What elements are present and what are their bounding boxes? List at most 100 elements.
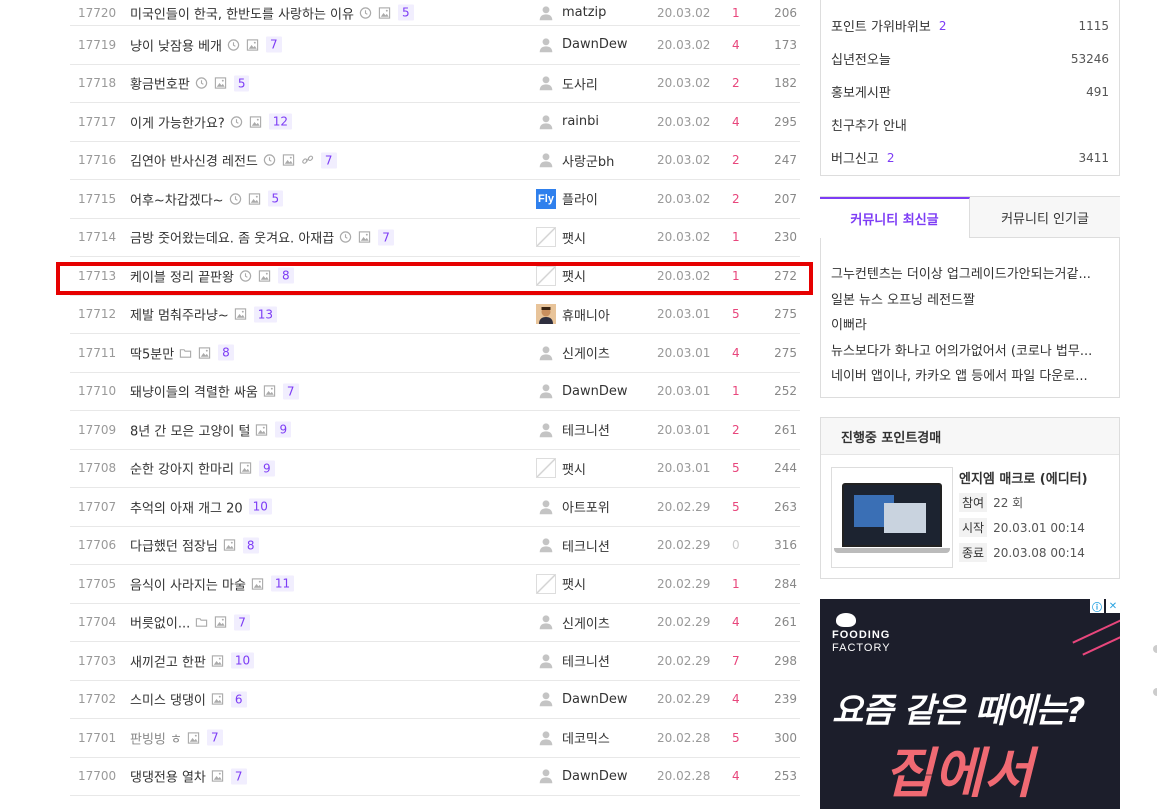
post-title-text[interactable]: 김연아 반사신경 레전드 [130, 151, 258, 170]
post-title[interactable]: 순한 강아지 한마리 9 [130, 459, 275, 478]
sidebar-menu-item[interactable]: 버그신고 2 3411 [831, 141, 1109, 174]
table-row[interactable]: 17702 스미스 댕댕이 6 DawnDew 20.02.29 4 239 [70, 681, 800, 719]
post-title-text[interactable]: 새끼걷고 한판 [130, 651, 206, 670]
author-name[interactable]: DawnDew [562, 37, 628, 52]
close-icon[interactable]: ✕ [1106, 599, 1120, 613]
post-title[interactable]: 금방 줏어왔는데요. 좀 웃겨요. 아재끕 7 [130, 228, 394, 247]
author[interactable]: matzip [536, 2, 606, 23]
author[interactable]: 아트포위 [536, 496, 610, 517]
sidebar-menu-item[interactable]: 포인트 가위바위보 2 1115 [831, 9, 1109, 42]
post-title[interactable]: 판빙빙 ㅎ 7 [130, 728, 223, 747]
author[interactable]: 테크니션 [536, 419, 610, 440]
author-name[interactable]: 팻시 [562, 266, 586, 285]
author[interactable]: DawnDew [536, 689, 628, 710]
author[interactable]: 팻시 [536, 458, 586, 479]
table-row[interactable]: 17717 이게 가능한가요? 12 rainbi 20.03.02 4 295 [70, 103, 800, 142]
author[interactable]: 팻시 [536, 227, 586, 248]
post-title-text[interactable]: 이게 가능한가요? [130, 112, 225, 131]
tab-popular[interactable]: 커뮤니티 인기글 [970, 197, 1120, 238]
post-title[interactable]: 미국인들이 한국, 한반도를 사랑하는 이유 5 [130, 3, 414, 22]
post-title-text[interactable]: 순한 강아지 한마리 [130, 459, 234, 478]
author-name[interactable]: 팻시 [562, 228, 586, 247]
post-title-text[interactable]: 판빙빙 ㅎ [130, 728, 182, 747]
table-row[interactable]: 17714 금방 줏어왔는데요. 좀 웃겨요. 아재끕 7 팻시 20.03.02 1 23… [70, 219, 800, 257]
author-name[interactable]: rainbi [562, 114, 599, 129]
post-title[interactable]: 제발 멈춰주라냥~ 13 [130, 305, 278, 324]
post-title[interactable]: 김연아 반사신경 레전드 7 [130, 151, 337, 170]
table-row[interactable]: 17704 버릇없이... 7 신게이츠 20.02.29 4 261 [70, 604, 800, 642]
post-title[interactable]: 어후~차갑겠다~ 5 [130, 189, 284, 208]
author-name[interactable]: DawnDew [562, 384, 628, 399]
author-name[interactable]: DawnDew [562, 692, 628, 707]
auction-thumbnail[interactable] [831, 467, 953, 568]
author[interactable]: DawnDew [536, 766, 628, 787]
author-name[interactable]: 도사리 [562, 74, 598, 93]
post-title[interactable]: 버릇없이... 7 [130, 613, 250, 632]
author[interactable]: rainbi [536, 111, 599, 132]
table-row[interactable]: 17718 황금번호판 5 도사리 20.03.02 2 182 [70, 65, 800, 103]
post-title[interactable]: 댕댕전용 열차 7 [130, 767, 247, 786]
table-row[interactable]: 17701 판빙빙 ㅎ 7 데코믹스 20.02.28 5 300 [70, 719, 800, 758]
post-title-text[interactable]: 케이블 정리 끝판왕 [130, 266, 234, 285]
table-row[interactable]: 17705 음식이 사라지는 마술 11 팻시 20.02.29 1 284 [70, 565, 800, 604]
post-title[interactable]: 이게 가능한가요? 12 [130, 112, 293, 131]
author-name[interactable]: 휴매니아 [562, 305, 610, 324]
table-row[interactable]: 17709 8년 간 모은 고양이 털 9 테크니션 20.03.01 2 261 [70, 411, 800, 450]
post-title-text[interactable]: 제발 멈춰주라냥~ [130, 305, 229, 324]
sidebar-menu-item[interactable]: 홍보게시판 491 [831, 75, 1109, 108]
post-title[interactable]: 황금번호판 5 [130, 74, 250, 93]
author-name[interactable]: 데코믹스 [562, 728, 610, 747]
author-name[interactable]: 신게이츠 [562, 343, 610, 362]
post-title-text[interactable]: 딱5분만 [130, 343, 174, 362]
menu-label[interactable]: 친구추가 안내 [831, 115, 907, 134]
sidebar-menu-item[interactable]: 친구추가 안내 [831, 108, 1109, 141]
latest-post-link[interactable]: 일본 뉴스 오프닝 레전드짤 [831, 289, 1103, 308]
latest-post-link[interactable]: 이뻐라 [831, 314, 1103, 333]
author[interactable]: 휴매니아 [536, 304, 610, 325]
latest-post-link[interactable]: 그누컨텐츠는 더이상 업그레이드가안되는거같... [831, 263, 1103, 282]
table-row[interactable]: 17703 새끼걷고 한판 10 테크니션 20.02.29 7 298 [70, 642, 800, 681]
author-name[interactable]: 테크니션 [562, 651, 610, 670]
post-title-text[interactable]: 다급했던 점장님 [130, 536, 218, 555]
menu-label[interactable]: 버그신고 [831, 148, 879, 167]
table-row[interactable]: 17716 김연아 반사신경 레전드 7 사랑군bh 20.03.02 2 247 [70, 142, 800, 180]
author-name[interactable]: 테크니션 [562, 536, 610, 555]
author[interactable]: 신게이츠 [536, 612, 610, 633]
author-name[interactable]: 플라이 [562, 189, 598, 208]
author[interactable]: Fly 플라이 [536, 188, 598, 209]
author[interactable]: 도사리 [536, 73, 598, 94]
author-name[interactable]: 팻시 [562, 459, 586, 478]
author-name[interactable]: 아트포위 [562, 497, 610, 516]
table-row[interactable]: 17711 딱5분만 8 신게이츠 20.03.01 4 275 [70, 334, 800, 373]
author[interactable]: 팻시 [536, 265, 586, 286]
table-row[interactable]: 17712 제발 멈춰주라냥~ 13 휴매니아 20.03.01 5 275 [70, 296, 800, 334]
author[interactable]: DawnDew [536, 34, 628, 55]
author[interactable]: 테크니션 [536, 535, 610, 556]
post-title-text[interactable]: 미국인들이 한국, 한반도를 사랑하는 이유 [130, 3, 354, 22]
post-title-text[interactable]: 8년 간 모은 고양이 털 [130, 420, 250, 439]
author[interactable]: 테크니션 [536, 650, 610, 671]
post-title-text[interactable]: 황금번호판 [130, 74, 190, 93]
table-row[interactable]: 17706 다급했던 점장님 8 테크니션 20.02.29 0 316 [70, 527, 800, 565]
info-icon[interactable]: ⓘ [1090, 599, 1104, 614]
table-row[interactable]: 17700 댕댕전용 열차 7 DawnDew 20.02.28 4 253 [70, 758, 800, 796]
post-title-text[interactable]: 어후~차갑겠다~ [130, 189, 224, 208]
author[interactable]: 팻시 [536, 573, 586, 594]
post-title-text[interactable]: 냥이 낮잠용 베개 [130, 35, 222, 54]
post-title[interactable]: 돼냥이들의 격렬한 싸움 7 [130, 382, 299, 401]
table-row[interactable]: 17715 어후~차갑겠다~ 5 Fly 플라이 20.03.02 2 207 [70, 180, 800, 219]
post-title[interactable]: 케이블 정리 끝판왕 8 [130, 266, 294, 285]
post-title[interactable]: 새끼걷고 한판 10 [130, 651, 255, 670]
post-title-text[interactable]: 금방 줏어왔는데요. 좀 웃겨요. 아재끕 [130, 228, 334, 247]
sidebar-menu-item[interactable]: 십년전오늘 53246 [831, 42, 1109, 75]
author-name[interactable]: 사랑군bh [562, 151, 614, 170]
menu-label[interactable]: 포인트 가위바위보 [831, 16, 931, 35]
post-title-text[interactable]: 스미스 댕댕이 [130, 690, 206, 709]
auction-title[interactable]: 엔지엠 매크로 (에디터) [959, 468, 1088, 487]
menu-label[interactable]: 홍보게시판 [831, 82, 891, 101]
table-row[interactable]: 17708 순한 강아지 한마리 9 팻시 20.03.01 5 244 [70, 450, 800, 488]
table-row[interactable]: 17719 냥이 낮잠용 베개 7 DawnDew 20.03.02 4 173 [70, 26, 800, 65]
author-name[interactable]: matzip [562, 5, 606, 20]
post-title-text[interactable]: 버릇없이... [130, 613, 190, 632]
advertisement[interactable]: ⓘ ✕ FOODING FACTORY 요즘 같은 때에는? 집에서 [820, 599, 1120, 809]
